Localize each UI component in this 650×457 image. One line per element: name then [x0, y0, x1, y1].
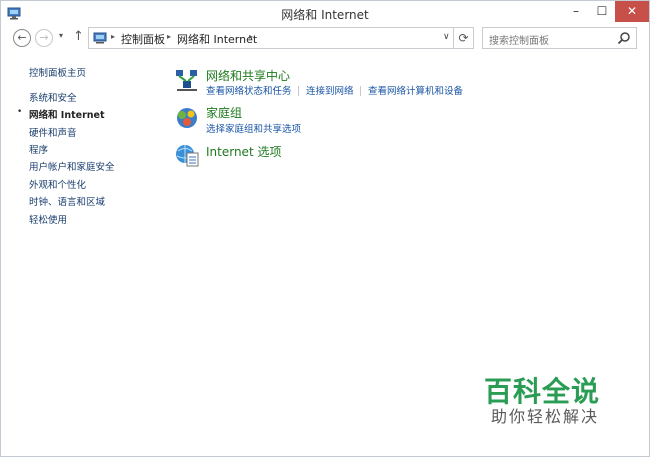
- sidebar-item-control-panel-home[interactable]: 控制面板主页: [29, 65, 86, 79]
- link-view-network-status[interactable]: 查看网络状态和任务: [206, 83, 292, 97]
- sidebar-item-appearance[interactable]: 外观和个性化: [29, 177, 86, 191]
- sidebar-item-user-accounts[interactable]: 用户帐户和家庭安全: [29, 159, 115, 173]
- sidebar-item-system-security[interactable]: 系统和安全: [29, 90, 77, 104]
- window-title: 网络和 Internet: [281, 8, 369, 22]
- maximize-button[interactable]: ☐: [589, 1, 615, 22]
- close-button[interactable]: ✕: [615, 1, 649, 22]
- link-divider: [360, 86, 361, 96]
- sidebar-item-hardware-sound[interactable]: 硬件和声音: [29, 125, 77, 139]
- up-button[interactable]: ↑: [73, 29, 84, 44]
- sidebar-item-network-internet: 网络和 Internet: [29, 110, 105, 121]
- title-bar: 网络和 Internet – ☐ ✕: [1, 1, 649, 25]
- network-sharing-center-title[interactable]: 网络和共享中心: [206, 67, 290, 84]
- chevron-down-icon[interactable]: ∨: [443, 32, 450, 42]
- breadcrumb-separator[interactable]: ▸: [249, 32, 253, 41]
- search-icon[interactable]: [617, 31, 631, 45]
- breadcrumb-control-panel[interactable]: 控制面板: [121, 31, 165, 47]
- recent-locations-button[interactable]: ▾: [59, 31, 63, 40]
- internet-options-icon[interactable]: [174, 142, 200, 168]
- control-panel-icon: [93, 32, 107, 44]
- control-panel-window: 网络和 Internet – ☐ ✕ ← → ▾ ↑ ▸ 控制面板 ▸ 网络和 …: [0, 0, 650, 457]
- minimize-button[interactable]: –: [563, 1, 589, 22]
- forward-button[interactable]: →: [35, 29, 53, 47]
- breadcrumb-separator[interactable]: ▸: [167, 32, 171, 41]
- sidebar-item-ease-of-access[interactable]: 轻松使用: [29, 212, 67, 226]
- refresh-button[interactable]: ⟳: [454, 27, 474, 49]
- sidebar-item-programs[interactable]: 程序: [29, 142, 48, 156]
- search-placeholder: 搜索控制面板: [489, 36, 549, 47]
- breadcrumb-network-internet[interactable]: 网络和 Internet: [177, 31, 257, 47]
- homegroup-icon[interactable]: [174, 105, 200, 131]
- network-sharing-center-icon[interactable]: [174, 67, 200, 93]
- sidebar-item-clock-language[interactable]: 时钟、语言和区域: [29, 194, 105, 208]
- link-divider: [298, 86, 299, 96]
- navigation-bar: ← → ▾ ↑ ▸ 控制面板 ▸ 网络和 Internet ▸ ∨ ⟳ 搜索控制…: [1, 25, 649, 53]
- breadcrumb-separator[interactable]: ▸: [111, 32, 115, 41]
- link-connect-to-network[interactable]: 连接到网络: [306, 83, 354, 97]
- watermark-subtitle: 助你轻松解决: [491, 407, 600, 426]
- current-item-bullet: •: [17, 107, 23, 117]
- internet-options-title[interactable]: Internet 选项: [206, 143, 281, 160]
- link-homegroup-options[interactable]: 选择家庭组和共享选项: [206, 121, 301, 135]
- address-bar[interactable]: ▸ 控制面板 ▸ 网络和 Internet ▸ ∨: [88, 27, 454, 49]
- homegroup-title[interactable]: 家庭组: [206, 104, 242, 121]
- search-input[interactable]: 搜索控制面板: [482, 27, 637, 49]
- back-button[interactable]: ←: [13, 29, 31, 47]
- link-view-network-computers[interactable]: 查看网络计算机和设备: [368, 83, 463, 97]
